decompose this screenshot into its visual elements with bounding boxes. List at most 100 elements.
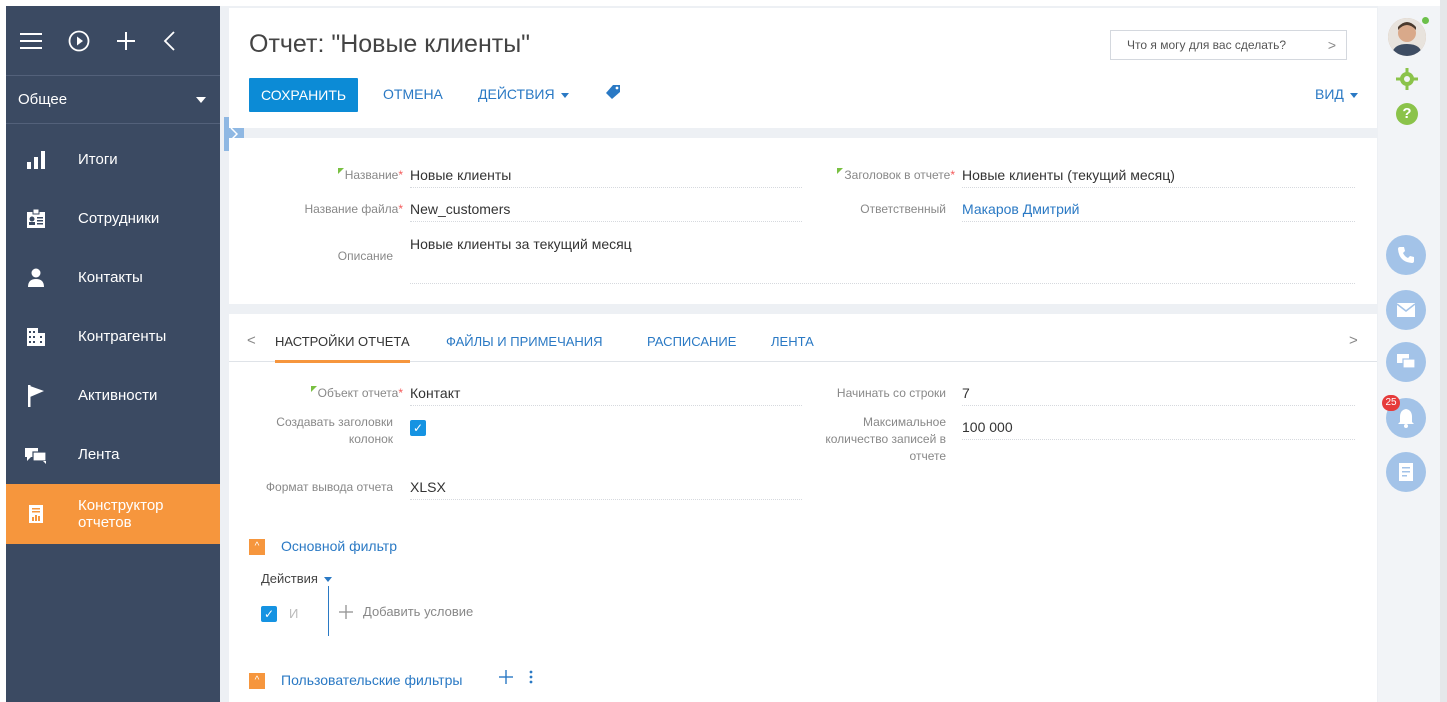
sidebar-item-label: Контрагенты <box>78 328 167 345</box>
chat-icon <box>1397 354 1416 369</box>
tab-feed[interactable]: ЛЕНТА <box>771 334 814 349</box>
filter-actions-menu[interactable]: Действия <box>261 571 332 586</box>
chevron-down-icon <box>323 577 332 583</box>
view-label: ВИД <box>1315 86 1344 102</box>
left-sidebar: Общее Итоги Сотрудники Контакты Контраге… <box>6 6 220 702</box>
add-user-filter-button[interactable] <box>499 670 513 689</box>
report-details-card: Название* Новые клиенты Название файла* … <box>229 138 1377 304</box>
collapse-user-filters-icon[interactable]: ^ <box>249 673 265 689</box>
user-filters-more-button[interactable] <box>529 670 533 689</box>
process-log-button[interactable] <box>1386 452 1426 492</box>
avatar[interactable] <box>1388 18 1426 56</box>
required-corner-icon <box>837 168 844 174</box>
sidebar-item-label: Итоги <box>78 151 118 168</box>
max-records-label: Максимальное количество записей в отчете <box>825 415 946 463</box>
chat-button[interactable] <box>1386 342 1426 382</box>
output-format-label: Формат вывода отчета <box>265 480 393 494</box>
required-corner-icon <box>310 386 317 392</box>
name-field-label: Название* <box>229 168 403 182</box>
tab-files-notes[interactable]: ФАЙЛЫ И ПРИМЕЧАНИЯ <box>446 334 603 349</box>
max-records-field[interactable]: 100 000 <box>962 419 1355 440</box>
settings-button[interactable] <box>1396 68 1418 95</box>
actions-label: ДЕЙСТВИЯ <box>478 86 555 102</box>
sidebar-item-label: Сотрудники <box>78 210 160 227</box>
help-icon[interactable]: ? <box>1396 103 1418 125</box>
add-condition-button[interactable]: Добавить условие <box>339 604 473 619</box>
phone-icon <box>1398 247 1414 263</box>
owner-field-label: Ответственный <box>860 202 946 216</box>
owner-field[interactable]: Макаров Дмитрий <box>962 201 1355 222</box>
command-search-input[interactable]: Что я могу для вас сделать? > <box>1110 30 1347 60</box>
workplace-selector[interactable]: Общее <box>6 76 220 124</box>
sidebar-item-label: Активности <box>78 387 158 404</box>
notifications-count-badge: 25 <box>1382 395 1400 411</box>
sidebar-item-totals[interactable]: Итоги <box>6 130 220 189</box>
filter-actions-label: Действия <box>261 571 318 586</box>
column-headers-checkbox[interactable]: ✓ <box>410 420 426 436</box>
report-title-field-label: Заголовок в отчете* <box>789 168 955 182</box>
building-icon <box>24 325 48 349</box>
start-row-field[interactable]: 7 <box>962 385 1355 406</box>
plus-icon <box>499 670 513 684</box>
sidebar-item-accounts[interactable]: Контрагенты <box>6 307 220 366</box>
report-settings-card: < НАСТРОЙКИ ОТЧЕТА ФАЙЛЫ И ПРИМЕЧАНИЯ РА… <box>229 314 1377 702</box>
bar-chart-icon <box>24 148 48 172</box>
tab-bar: < НАСТРОЙКИ ОТЧЕТА ФАЙЛЫ И ПРИМЕЧАНИЯ РА… <box>229 314 1377 363</box>
workplace-label: Общее <box>18 91 68 108</box>
save-button[interactable]: СОХРАНИТЬ <box>249 78 359 112</box>
phone-button[interactable] <box>1386 235 1426 275</box>
online-status-dot <box>1422 17 1429 24</box>
hamburger-menu-icon[interactable] <box>20 32 42 50</box>
chevron-down-icon <box>560 92 569 98</box>
output-format-field[interactable]: XLSX <box>410 479 802 500</box>
tab-schedule[interactable]: РАСПИСАНИЕ <box>647 334 736 349</box>
bell-icon <box>1398 409 1414 428</box>
filter-group-divider <box>328 586 329 636</box>
search-placeholder: Что я могу для вас сделать? <box>1127 38 1287 52</box>
column-headers-label: Создавать заголовки колонок <box>276 415 393 446</box>
description-field[interactable]: Новые клиенты за текущий месяц <box>410 236 1355 284</box>
add-condition-label: Добавить условие <box>363 604 474 619</box>
sidebar-item-employees[interactable]: Сотрудники <box>6 189 220 248</box>
main-filter-header[interactable]: Основной фильтр <box>281 538 397 554</box>
play-process-icon[interactable] <box>68 30 90 52</box>
user-filters-header[interactable]: Пользовательские фильтры <box>281 672 462 688</box>
description-field-label: Описание <box>337 249 393 263</box>
filename-field[interactable]: New_customers <box>410 201 802 222</box>
start-row-label: Начинать со строки <box>836 386 946 400</box>
report-title-field[interactable]: Новые клиенты (текущий месяц) <box>962 167 1355 188</box>
document-icon <box>1399 463 1413 481</box>
tag-icon <box>606 85 620 99</box>
tabs-scroll-left-icon[interactable]: < <box>247 332 256 349</box>
page-scrollbar[interactable] <box>1440 0 1447 702</box>
filename-field-label: Название файла* <box>304 202 403 216</box>
tab-report-settings[interactable]: НАСТРОЙКИ ОТЧЕТА <box>275 334 410 363</box>
report-icon <box>24 502 48 526</box>
tabs-scroll-right-icon[interactable]: > <box>1349 332 1358 349</box>
person-icon <box>24 266 48 290</box>
plus-icon[interactable] <box>116 31 136 51</box>
name-field[interactable]: Новые клиенты <box>410 167 802 188</box>
sidebar-item-label: Лента <box>78 446 120 463</box>
and-group-checkbox[interactable]: ✓ <box>261 606 277 622</box>
view-menu-button[interactable]: ВИД <box>1315 86 1358 102</box>
back-chevron-icon[interactable] <box>162 30 176 52</box>
chevron-down-icon <box>1349 92 1358 98</box>
report-object-label: Объект отчета* <box>229 386 403 400</box>
and-operator-label: И <box>289 606 299 621</box>
tag-button[interactable] <box>605 84 621 103</box>
page-header: Отчет: "Новые клиенты" Что я могу для ва… <box>229 8 1377 128</box>
cancel-button[interactable]: ОТМЕНА <box>383 86 443 102</box>
report-object-field[interactable]: Контакт <box>410 385 802 406</box>
chevron-right-icon: > <box>1327 37 1336 53</box>
sidebar-item-feed[interactable]: Лента <box>6 425 220 484</box>
sidebar-item-label: Контакты <box>78 269 143 286</box>
email-button[interactable] <box>1386 290 1426 330</box>
flag-icon <box>24 384 48 408</box>
sidebar-item-report-designer[interactable]: Конструктор отчетов <box>6 484 220 544</box>
sidebar-item-contacts[interactable]: Контакты <box>6 248 220 307</box>
sidebar-item-activities[interactable]: Активности <box>6 366 220 425</box>
chat-icon <box>24 443 48 467</box>
collapse-main-filter-icon[interactable]: ^ <box>249 539 265 555</box>
actions-menu-button[interactable]: ДЕЙСТВИЯ <box>478 86 569 102</box>
